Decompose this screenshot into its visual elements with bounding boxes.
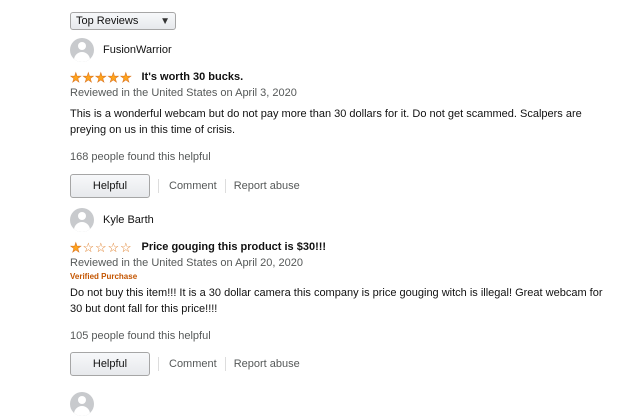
report-abuse-link[interactable]: Report abuse [234, 358, 300, 370]
divider [224, 357, 226, 371]
star-outline-icon: ☆ [107, 239, 120, 255]
verified-purchase-badge: Verified Purchase [70, 272, 138, 281]
reviewer-name: FusionWarrior [103, 44, 172, 56]
star-icon: ★ [70, 69, 82, 85]
comment-link[interactable]: Comment [169, 180, 217, 192]
divider [224, 179, 226, 193]
star-outline-icon: ☆ [82, 239, 95, 255]
sort-dropdown[interactable]: Top Reviews ▼ [70, 12, 176, 30]
star-icon: ★ [70, 239, 82, 255]
reviewer-name: Kyle Barth [103, 214, 154, 226]
divider [158, 179, 159, 193]
star-icon: ★ [95, 69, 107, 85]
star-icon: ★ [82, 69, 95, 85]
star-rating: ★ ★ ★ ★ ★ [70, 69, 133, 85]
review-card: Kyle Barth ★ ☆ ☆ ☆ ☆ Price gouging this … [70, 208, 630, 376]
star-icon: ★ [120, 69, 132, 85]
helpful-count: 168 people found this helpful [70, 151, 211, 163]
star-rating: ★ ☆ ☆ ☆ ☆ [70, 239, 133, 255]
helpful-count: 105 people found this helpful [70, 330, 211, 342]
divider [158, 357, 159, 371]
avatar-icon [70, 208, 94, 232]
review-body: This is a wonderful webcam but do not pa… [70, 108, 582, 136]
star-outline-icon: ☆ [120, 239, 132, 255]
chevron-down-icon: ▼ [160, 16, 170, 27]
review-date: Reviewed in the United States on April 3… [70, 87, 297, 99]
reviewer-profile[interactable]: Kyle Barth [70, 208, 630, 232]
reviewer-profile[interactable]: FusionWarrior [70, 38, 630, 62]
report-abuse-link[interactable]: Report abuse [234, 180, 300, 192]
star-icon: ★ [107, 69, 120, 85]
review-date: Reviewed in the United States on April 2… [70, 257, 303, 269]
comment-link[interactable]: Comment [169, 358, 217, 370]
helpful-button[interactable]: Helpful [70, 174, 150, 198]
review-body: Do not buy this item!!! It is a 30 dolla… [70, 287, 603, 315]
avatar-icon [70, 392, 94, 416]
review-card: FusionWarrior ★ ★ ★ ★ ★ It's worth 30 bu… [70, 38, 630, 198]
review-title[interactable]: It's worth 30 bucks. [142, 71, 244, 83]
avatar-icon [70, 38, 94, 62]
star-outline-icon: ☆ [95, 239, 107, 255]
helpful-button[interactable]: Helpful [70, 352, 150, 376]
sort-dropdown-label: Top Reviews [76, 15, 139, 27]
review-title[interactable]: Price gouging this product is $30!!! [142, 241, 327, 253]
